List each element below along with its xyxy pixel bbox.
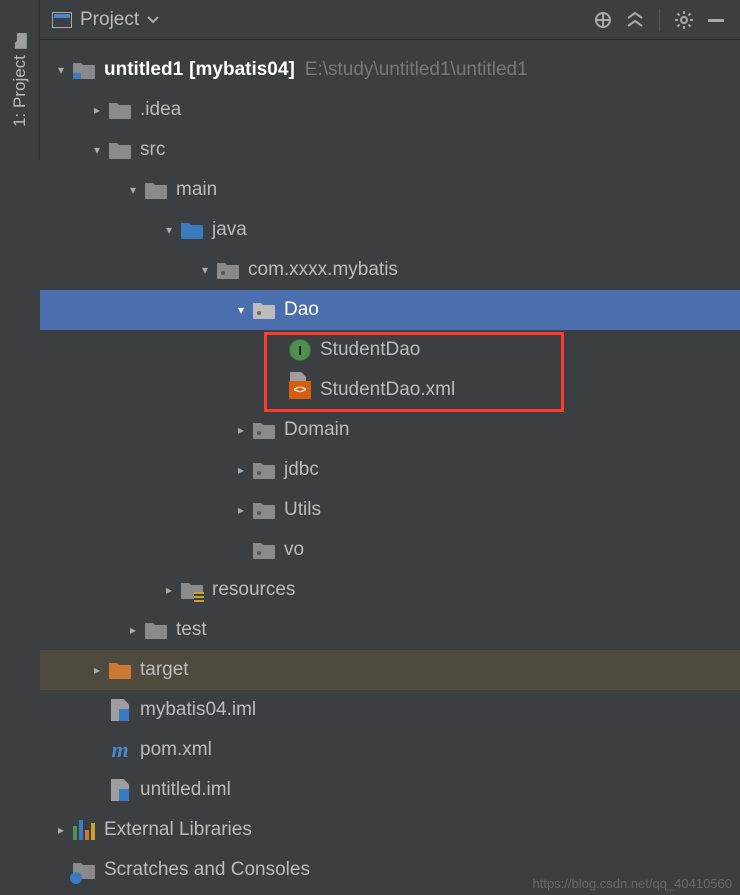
package-label: com.xxxx.mybatis	[248, 259, 398, 281]
utils-label: Utils	[284, 499, 321, 521]
tree-node-test[interactable]: ▸ test	[40, 610, 740, 650]
package-icon	[216, 258, 240, 282]
tree-node-root[interactable]: ▾ untitled1 [mybatis04] E:\study\untitle…	[40, 50, 740, 90]
tree-node-target[interactable]: ▸ target	[40, 650, 740, 690]
pom-label: pom.xml	[140, 739, 212, 761]
tree-node-main[interactable]: ▾ main	[40, 170, 740, 210]
chevron-down-icon: ▾	[52, 63, 70, 77]
tree-node-studentdao[interactable]: ▸ I StudentDao	[40, 330, 740, 370]
gear-icon[interactable]	[672, 8, 696, 32]
iml-file-icon	[108, 778, 132, 802]
tree-node-jdbc[interactable]: ▸ jdbc	[40, 450, 740, 490]
package-icon	[252, 498, 276, 522]
root-name: untitled1	[104, 59, 183, 81]
chevron-right-icon: ▸	[232, 503, 250, 517]
dao-label: Dao	[284, 299, 319, 321]
iml-file-icon	[108, 698, 132, 722]
folder-icon	[108, 138, 132, 162]
chevron-down-icon: ▾	[160, 223, 178, 237]
module-folder-icon	[72, 58, 96, 82]
tree-node-iml2[interactable]: ▸ untitled.iml	[40, 770, 740, 810]
tree-node-pom[interactable]: ▸ m pom.xml	[40, 730, 740, 770]
chevron-down-icon: ▾	[124, 183, 142, 197]
target-label: target	[140, 659, 189, 681]
tree-node-resources[interactable]: ▸ resources	[40, 570, 740, 610]
maven-icon: m	[108, 738, 132, 762]
project-tree[interactable]: ▾ untitled1 [mybatis04] E:\study\untitle…	[40, 40, 740, 890]
root-module: [mybatis04]	[189, 59, 295, 81]
project-tool-window: Project ▾ untitled1	[40, 0, 740, 895]
studentdao-label: StudentDao	[320, 339, 420, 361]
watermark: https://blog.csdn.net/qq_40410560	[533, 876, 733, 891]
tree-node-dao[interactable]: ▾ Dao	[40, 290, 740, 330]
toolbar-separator	[659, 9, 660, 31]
package-icon	[252, 458, 276, 482]
resources-folder-icon	[180, 578, 204, 602]
scratches-label: Scratches and Consoles	[104, 859, 310, 881]
package-icon	[252, 418, 276, 442]
chevron-right-icon: ▸	[232, 423, 250, 437]
ext-lib-label: External Libraries	[104, 819, 252, 841]
hide-icon[interactable]	[704, 8, 728, 32]
chevron-right-icon: ▸	[160, 583, 178, 597]
window-icon	[52, 12, 72, 28]
tree-node-idea[interactable]: ▸ .idea	[40, 90, 740, 130]
folder-icon	[108, 98, 132, 122]
test-label: test	[176, 619, 207, 641]
idea-label: .idea	[140, 99, 181, 121]
jdbc-label: jdbc	[284, 459, 319, 481]
chevron-down-icon: ▾	[232, 303, 250, 317]
project-toolbar: Project	[40, 0, 740, 40]
tree-node-java[interactable]: ▾ java	[40, 210, 740, 250]
tree-node-domain[interactable]: ▸ Domain	[40, 410, 740, 450]
scratches-icon	[72, 858, 96, 882]
resources-label: resources	[212, 579, 295, 601]
folder-icon	[13, 33, 27, 49]
tree-node-utils[interactable]: ▸ Utils	[40, 490, 740, 530]
tree-node-vo[interactable]: ▸ vo	[40, 530, 740, 570]
studentdao-xml-label: StudentDao.xml	[320, 379, 455, 401]
xml-file-icon: <>	[288, 378, 312, 402]
package-icon	[252, 538, 276, 562]
select-opened-file-icon[interactable]	[591, 8, 615, 32]
tree-node-src[interactable]: ▾ src	[40, 130, 740, 170]
folder-icon	[144, 178, 168, 202]
java-label: java	[212, 219, 247, 241]
project-tab-label: 1: Project	[10, 55, 30, 127]
root-path: E:\study\untitled1\untitled1	[305, 59, 528, 81]
tree-node-package[interactable]: ▾ com.xxxx.mybatis	[40, 250, 740, 290]
tool-window-tab-project[interactable]: 1: Project	[0, 0, 40, 160]
package-icon	[252, 298, 276, 322]
chevron-right-icon: ▸	[88, 663, 106, 677]
chevron-down-icon: ▾	[88, 143, 106, 157]
folder-icon	[144, 618, 168, 642]
domain-label: Domain	[284, 419, 349, 441]
chevron-right-icon: ▸	[52, 823, 70, 837]
interface-icon: I	[288, 338, 312, 362]
chevron-right-icon: ▸	[232, 463, 250, 477]
vo-label: vo	[284, 539, 304, 561]
src-label: src	[140, 139, 165, 161]
excluded-folder-icon	[108, 658, 132, 682]
tree-node-iml1[interactable]: ▸ mybatis04.iml	[40, 690, 740, 730]
main-label: main	[176, 179, 217, 201]
project-view-label: Project	[80, 9, 139, 31]
tree-node-external-libraries[interactable]: ▸ External Libraries	[40, 810, 740, 850]
chevron-down-icon: ▾	[196, 263, 214, 277]
tree-node-studentdao-xml[interactable]: ▸ <> StudentDao.xml	[40, 370, 740, 410]
chevron-down-icon	[147, 16, 159, 24]
iml1-label: mybatis04.iml	[140, 699, 256, 721]
project-view-selector[interactable]: Project	[52, 9, 159, 31]
iml2-label: untitled.iml	[140, 779, 231, 801]
chevron-right-icon: ▸	[88, 103, 106, 117]
source-folder-icon	[180, 218, 204, 242]
chevron-right-icon: ▸	[124, 623, 142, 637]
libraries-icon	[72, 818, 96, 842]
collapse-all-icon[interactable]	[623, 8, 647, 32]
